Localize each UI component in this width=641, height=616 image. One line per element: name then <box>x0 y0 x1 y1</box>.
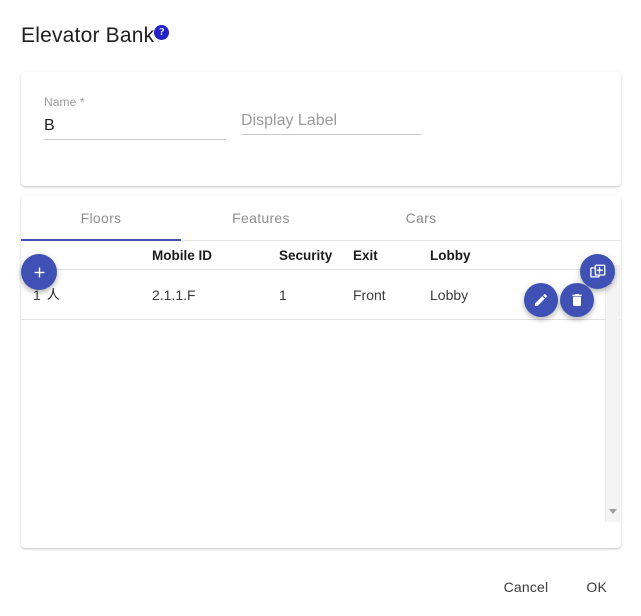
help-circle-icon[interactable]: ? <box>154 25 170 40</box>
add-icon <box>34 267 44 277</box>
edit-pencil-icon <box>535 293 548 306</box>
tabs-table-card: Floors Features Cars Mobile ID Security … <box>21 196 621 548</box>
edit-floor-button[interactable] <box>524 283 558 317</box>
name-input[interactable] <box>44 117 226 140</box>
ok-button[interactable]: OK <box>584 575 609 599</box>
copy-floor-button[interactable] <box>580 254 615 289</box>
tab-floors[interactable]: Floors <box>21 196 181 241</box>
column-header-exit: Exit <box>353 241 430 270</box>
cell-mobile-id: 2.1.1.F <box>152 269 279 320</box>
column-header-lobby: Lobby <box>430 241 550 270</box>
delete-floor-button[interactable] <box>560 283 594 317</box>
page-title: Elevator Bank <box>21 24 155 47</box>
tab-cars[interactable]: Cars <box>341 196 501 241</box>
cell-exit: Front <box>353 269 430 320</box>
copy-add-icon <box>589 264 605 278</box>
table-vertical-scrollbar[interactable] <box>605 265 620 522</box>
scroll-down-arrow-icon[interactable] <box>609 509 617 514</box>
add-floor-button[interactable] <box>21 254 57 290</box>
person-glyph-icon: 人 <box>46 287 60 302</box>
column-header-mobile-id: Mobile ID <box>152 241 279 270</box>
name-field-group: Name * <box>44 95 226 140</box>
table-header-row: Mobile ID Security Exit Lobby <box>21 241 621 270</box>
tab-bar: Floors Features Cars <box>21 196 621 241</box>
delete-trash-icon <box>572 294 582 306</box>
form-card: Name * <box>21 72 621 186</box>
name-field-label: Name * <box>44 95 85 109</box>
column-header-security: Security <box>279 241 353 270</box>
cancel-button[interactable]: Cancel <box>502 575 551 599</box>
page-header: Elevator Bank ? <box>21 22 170 52</box>
cell-security: 1 <box>279 269 353 320</box>
display-label-input[interactable] <box>241 112 421 135</box>
tab-features[interactable]: Features <box>181 196 341 241</box>
display-label-field-group <box>241 112 421 135</box>
dialog-footer: Cancel OK <box>0 570 641 604</box>
